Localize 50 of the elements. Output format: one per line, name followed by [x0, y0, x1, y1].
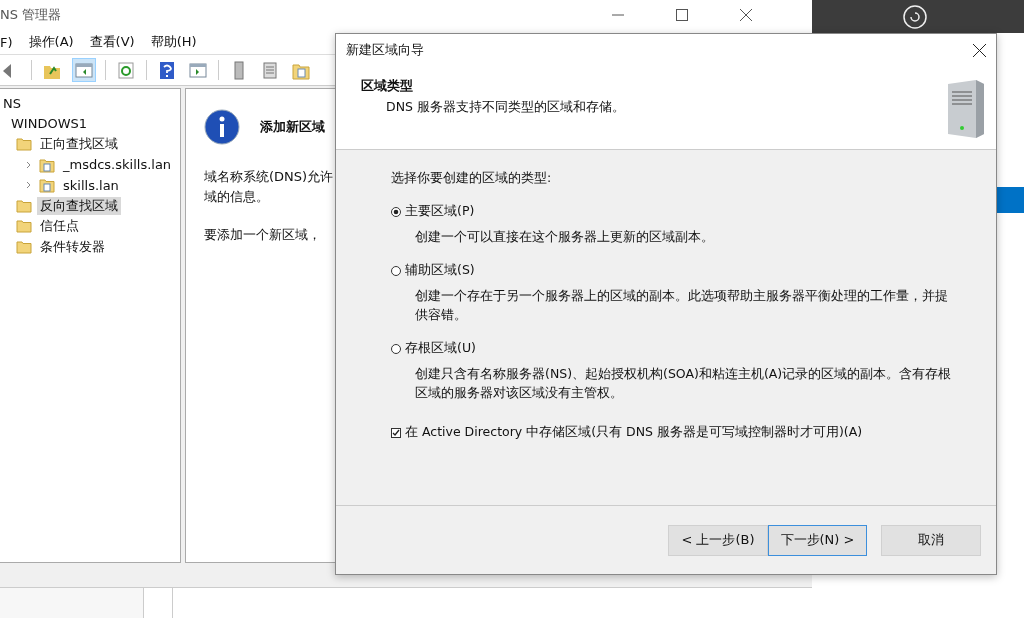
- folder-icon: [16, 198, 32, 213]
- option-description: 创建一个可以直接在这个服务器上更新的区域副本。: [414, 228, 715, 246]
- maximize-icon[interactable]: [676, 9, 688, 21]
- zone-file-icon: [39, 156, 55, 173]
- radio-button[interactable]: [391, 265, 401, 276]
- radio-label[interactable]: 存根区域(U): [405, 340, 476, 357]
- tree-item[interactable]: 信任点: [37, 217, 82, 236]
- menu-item[interactable]: F): [0, 34, 13, 50]
- cancel-button[interactable]: 取消: [881, 524, 981, 556]
- back-button[interactable]: < 上一步(B): [668, 524, 768, 556]
- tree-item[interactable]: WINDOWS1: [8, 116, 91, 132]
- option-description: 创建只含有名称服务器(NS)、起始授权机构(SOA)和粘连主机(A)记录的区域的副本。含有存根区域的服务器对该区域没有主管权。: [414, 365, 953, 402]
- prompt-text: 选择你要创建的区域的类型:: [391, 170, 553, 187]
- close-icon[interactable]: [973, 43, 986, 57]
- list-icon[interactable]: [260, 60, 280, 80]
- option-description: 创建一个存在于另一个服务器上的区域的副本。此选项帮助主服务器平衡处理的工作量，并提供容错。: [414, 287, 949, 324]
- help-icon[interactable]: [157, 60, 177, 80]
- radio-label[interactable]: 主要区域(P): [405, 203, 475, 220]
- tree-item[interactable]: 反向查找区域: [37, 196, 121, 215]
- step-description: DNS 服务器支持不同类型的区域和存储。: [385, 99, 625, 116]
- tree-item[interactable]: NS: [0, 95, 24, 111]
- checkbox-label[interactable]: 在 Active Directory 中存储区域(只有 DNS 服务器是可写域控制器时才可用)(A): [405, 424, 863, 441]
- tree-item[interactable]: _msdcs.skills.lan: [60, 157, 175, 173]
- info-icon: [204, 109, 240, 145]
- checkbox[interactable]: [391, 427, 401, 438]
- refresh-icon[interactable]: [116, 60, 136, 80]
- zone-file-icon: [39, 177, 55, 194]
- menu-item[interactable]: 操作(A): [28, 33, 74, 51]
- window-title: NS 管理器: [0, 6, 62, 24]
- folder-icon: [16, 219, 32, 234]
- radio-label[interactable]: 辅助区域(S): [405, 262, 475, 279]
- dialog-title: 新建区域向导: [346, 41, 424, 59]
- folder-icon: [16, 239, 32, 254]
- folder-icon: [16, 137, 32, 152]
- description-text: 域的信息。: [204, 188, 269, 206]
- menu-item[interactable]: 帮助(H): [150, 33, 197, 51]
- tree-item[interactable]: skills.lan: [60, 177, 122, 193]
- close-icon[interactable]: [740, 9, 752, 21]
- radio-button[interactable]: [391, 206, 401, 217]
- panel-icon[interactable]: [188, 60, 208, 80]
- tree-item[interactable]: 正向查找区域: [37, 135, 121, 154]
- step-heading: 区域类型: [361, 78, 414, 95]
- panel-heading: 添加新区域: [260, 118, 325, 136]
- tree-item[interactable]: 条件转发器: [37, 237, 108, 256]
- next-button[interactable]: 下一步(N) >: [768, 524, 867, 556]
- description-text: 要添加一个新区域，: [204, 226, 321, 244]
- panel-toggle-icon[interactable]: [74, 60, 94, 80]
- description-text: 域名称系统(DNS)允许: [204, 168, 334, 186]
- menu-item[interactable]: 查看(V): [89, 33, 135, 51]
- radio-button[interactable]: [391, 343, 401, 354]
